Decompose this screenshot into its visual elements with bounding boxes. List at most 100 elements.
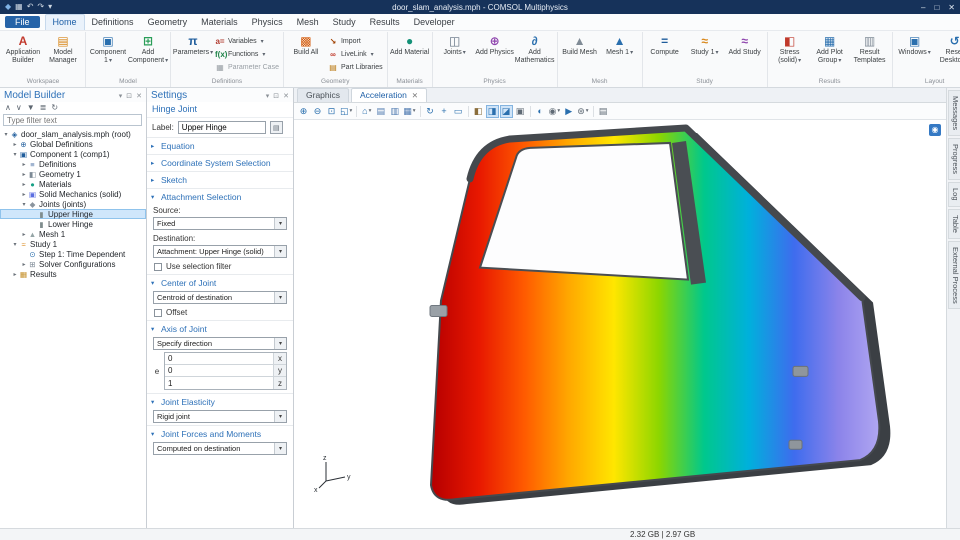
- compute-button[interactable]: =Compute: [645, 32, 685, 57]
- pan-icon[interactable]: +: [438, 105, 451, 118]
- tree-item-geometry-1[interactable]: ▸◧Geometry 1: [0, 169, 146, 179]
- dropdown-arrow-icon[interactable]: ▾: [274, 292, 286, 303]
- rotate-icon[interactable]: ↻: [424, 105, 437, 118]
- undo-icon[interactable]: ↶: [27, 0, 34, 14]
- model-tree-filter-input[interactable]: [3, 114, 142, 126]
- add-plot-group-button[interactable]: ▦Add Plot Group▾: [810, 32, 850, 65]
- zoom-extents-icon[interactable]: ⊡: [325, 105, 338, 118]
- graphics-canvas[interactable]: z y x ◉: [294, 120, 946, 528]
- grid-toggle-icon[interactable]: ◪: [500, 105, 513, 118]
- tree-item-materials[interactable]: ▸●Materials: [0, 179, 146, 189]
- section-toggle-icon[interactable]: ▾: [151, 193, 157, 201]
- vector-input[interactable]: 0: [165, 353, 274, 364]
- section-toggle-icon[interactable]: ▾: [151, 325, 157, 333]
- joint-elasticity-select[interactable]: Rigid joint▾: [153, 410, 287, 423]
- destination-select[interactable]: Attachment: Upper Hinge (solid)▾: [153, 245, 287, 258]
- minimize-button[interactable]: –: [921, 3, 925, 12]
- expand-all-icon[interactable]: ∨: [16, 103, 22, 112]
- close-button[interactable]: ✕: [948, 3, 955, 12]
- variables-button[interactable]: a=Variables▾: [213, 36, 281, 47]
- dropdown-arrow-icon[interactable]: ▾: [274, 338, 286, 349]
- parameters-button[interactable]: πParameters▾: [173, 32, 213, 57]
- source-select[interactable]: Fixed▾: [153, 217, 287, 230]
- side-tab-log[interactable]: Log: [948, 182, 960, 207]
- add-mathematics-button[interactable]: ∂Add Mathematics: [515, 32, 555, 65]
- redo-icon[interactable]: ↷: [37, 0, 44, 14]
- collapse-all-icon[interactable]: ∧: [5, 103, 11, 112]
- windows-button[interactable]: ▣Windows▾: [895, 32, 935, 57]
- section-center-of-joint[interactable]: ▾Center of Joint: [147, 274, 293, 290]
- snapshot-icon[interactable]: ◉: [929, 124, 941, 136]
- stress-solid-button[interactable]: ◧Stress (solid)▾: [770, 32, 810, 65]
- tree-item-definitions[interactable]: ▸≡Definitions: [0, 159, 146, 169]
- tree-item-study-1[interactable]: ▾≈Study 1: [0, 239, 146, 249]
- side-tab-table[interactable]: Table: [948, 209, 960, 239]
- panel-close-icon[interactable]: ✕: [136, 92, 142, 100]
- tree-item-upper-hinge[interactable]: ▮Upper Hinge: [0, 209, 146, 219]
- label-input[interactable]: [178, 121, 266, 134]
- tree-item-global-definitions[interactable]: ▸⊕Global Definitions: [0, 139, 146, 149]
- scene-light-icon[interactable]: ◧: [472, 105, 485, 118]
- lock-view-icon[interactable]: ▣: [514, 105, 527, 118]
- menu-tab-home[interactable]: Home: [45, 14, 85, 30]
- panel-float-icon[interactable]: ⊡: [126, 92, 132, 100]
- tree-item-results[interactable]: ▸▦Results: [0, 269, 146, 279]
- add-study-button[interactable]: ≈Add Study: [725, 32, 765, 57]
- dropdown-arrow-icon[interactable]: ▾: [274, 246, 286, 257]
- tree-item-step-1-time-dependent[interactable]: ⊙Step 1: Time Dependent: [0, 249, 146, 259]
- app-icon[interactable]: ◆: [5, 0, 11, 14]
- tab-graphics[interactable]: Graphics: [297, 88, 349, 102]
- result-templates-button[interactable]: ▥Result Templates: [850, 32, 890, 65]
- model-manager-button[interactable]: ▤Model Manager: [43, 32, 83, 65]
- joints-button[interactable]: ◫Joints▾: [435, 32, 475, 57]
- tree-expander-icon[interactable]: ▸: [20, 171, 28, 178]
- panel-close-icon[interactable]: ✕: [283, 92, 289, 100]
- part-libraries-button[interactable]: ▤Part Libraries: [326, 62, 385, 73]
- reset-desktop-button[interactable]: ↺Reset Desktop▾: [935, 32, 960, 65]
- save-icon[interactable]: ▦: [15, 0, 23, 14]
- show-filter-icon[interactable]: ▼: [27, 103, 35, 112]
- close-tab-icon[interactable]: ✕: [412, 91, 418, 100]
- transparency-icon[interactable]: ◐: [534, 105, 547, 118]
- tree-expander-icon[interactable]: ▸: [11, 271, 19, 278]
- file-menu-button[interactable]: File: [5, 16, 40, 28]
- animate-icon[interactable]: ▶: [562, 105, 575, 118]
- tree-item-lower-hinge[interactable]: ▮Lower Hinge: [0, 219, 146, 229]
- tree-expander-icon[interactable]: ▸: [20, 191, 28, 198]
- axis-direction-select[interactable]: Specify direction▾: [153, 337, 287, 350]
- mesh-1-button[interactable]: ▲Mesh 1▾: [600, 32, 640, 57]
- section-coordinate-system-selection[interactable]: ▸Coordinate System Selection: [147, 154, 293, 170]
- go-to-default-view-icon[interactable]: ⌂▾: [360, 105, 373, 118]
- maximize-button[interactable]: □: [934, 3, 939, 12]
- tree-expander-icon[interactable]: ▾: [2, 131, 10, 138]
- parameter-case-button[interactable]: ▦Parameter Case: [213, 62, 281, 73]
- label-rename-button[interactable]: ▤: [270, 121, 283, 134]
- menu-tab-physics[interactable]: Physics: [245, 15, 290, 30]
- center-of-joint-select[interactable]: Centroid of destination▾: [153, 291, 287, 304]
- zoom-in-icon[interactable]: ⊕: [297, 105, 310, 118]
- dropdown-arrow-icon[interactable]: ▾: [274, 218, 286, 229]
- component-1-button[interactable]: ▣Component 1▾: [88, 32, 128, 65]
- side-tab-messages[interactable]: Messages: [948, 90, 960, 136]
- menu-tab-results[interactable]: Results: [363, 15, 407, 30]
- section-attachment-selection[interactable]: ▾Attachment Selection: [147, 188, 293, 204]
- section-toggle-icon[interactable]: ▾: [151, 430, 157, 438]
- menu-tab-definitions[interactable]: Definitions: [85, 15, 141, 30]
- panel-float-icon[interactable]: ⊡: [273, 92, 279, 100]
- section-toggle-icon[interactable]: ▾: [151, 398, 157, 406]
- tree-expander-icon[interactable]: ▾: [11, 151, 19, 158]
- section-toggle-icon[interactable]: ▸: [151, 159, 157, 167]
- panel-menu-icon[interactable]: ▾: [119, 92, 123, 100]
- plot-settings-gear-icon[interactable]: ⊛▾: [576, 105, 589, 118]
- tree-expander-icon[interactable]: ▸: [20, 161, 28, 168]
- tree-expander-icon[interactable]: ▸: [20, 261, 28, 268]
- menu-tab-developer[interactable]: Developer: [407, 15, 462, 30]
- print-icon[interactable]: ▤: [597, 105, 610, 118]
- section-toggle-icon[interactable]: ▸: [151, 142, 157, 150]
- section-joint-elasticity[interactable]: ▾Joint Elasticity: [147, 393, 293, 409]
- view-xy-plane-icon[interactable]: ▤: [374, 105, 387, 118]
- forces-moments-select[interactable]: Computed on destination▾: [153, 442, 287, 455]
- menu-tab-geometry[interactable]: Geometry: [141, 15, 195, 30]
- livelink-button[interactable]: ∞LiveLink▾: [326, 49, 385, 60]
- vector-input[interactable]: 1: [165, 377, 274, 389]
